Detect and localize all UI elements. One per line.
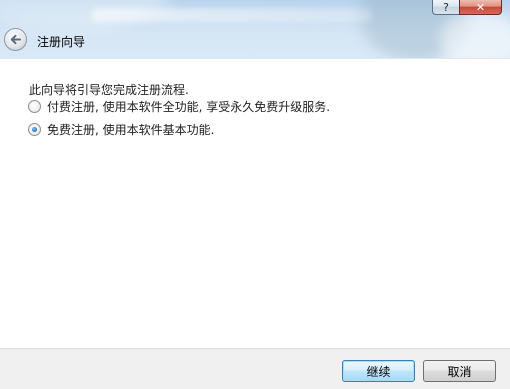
next-button[interactable]: 继续 bbox=[342, 360, 415, 382]
paid-registration-option[interactable]: 付费注册, 使用本软件全功能, 享受永久免费升级服务. bbox=[28, 98, 330, 115]
help-button[interactable]: ? bbox=[432, 0, 459, 15]
help-icon: ? bbox=[443, 0, 449, 14]
free-registration-radio[interactable] bbox=[28, 123, 41, 136]
back-arrow-icon bbox=[10, 34, 21, 45]
free-registration-label: 免费注册, 使用本软件基本功能. bbox=[47, 123, 215, 137]
wizard-header: 注册向导 bbox=[0, 22, 510, 58]
intro-text: 此向导将引导您完成注册流程. bbox=[29, 83, 189, 97]
glass-frame: ? ✕ 注册向导 bbox=[0, 0, 510, 58]
wizard-window: ? ✕ 注册向导 此向导将引导您完成注册流程. 付费注册, 使用本软件全功能, … bbox=[0, 0, 510, 389]
back-button[interactable] bbox=[4, 28, 27, 51]
close-button[interactable]: ✕ bbox=[459, 0, 502, 15]
wizard-content: 此向导将引导您完成注册流程. 付费注册, 使用本软件全功能, 享受永久免费升级服… bbox=[0, 58, 510, 348]
paid-registration-radio[interactable] bbox=[28, 100, 41, 113]
free-registration-option[interactable]: 免费注册, 使用本软件基本功能. bbox=[28, 121, 214, 138]
close-icon: ✕ bbox=[475, 0, 486, 14]
paid-registration-label: 付费注册, 使用本软件全功能, 享受永久免费升级服务. bbox=[47, 100, 331, 114]
wizard-footer: 继续 取消 bbox=[0, 348, 510, 389]
wizard-title: 注册向导 bbox=[37, 35, 86, 49]
caption-buttons: ? ✕ bbox=[432, 0, 502, 16]
blurred-background-text bbox=[92, 8, 372, 22]
cancel-button[interactable]: 取消 bbox=[423, 360, 496, 382]
